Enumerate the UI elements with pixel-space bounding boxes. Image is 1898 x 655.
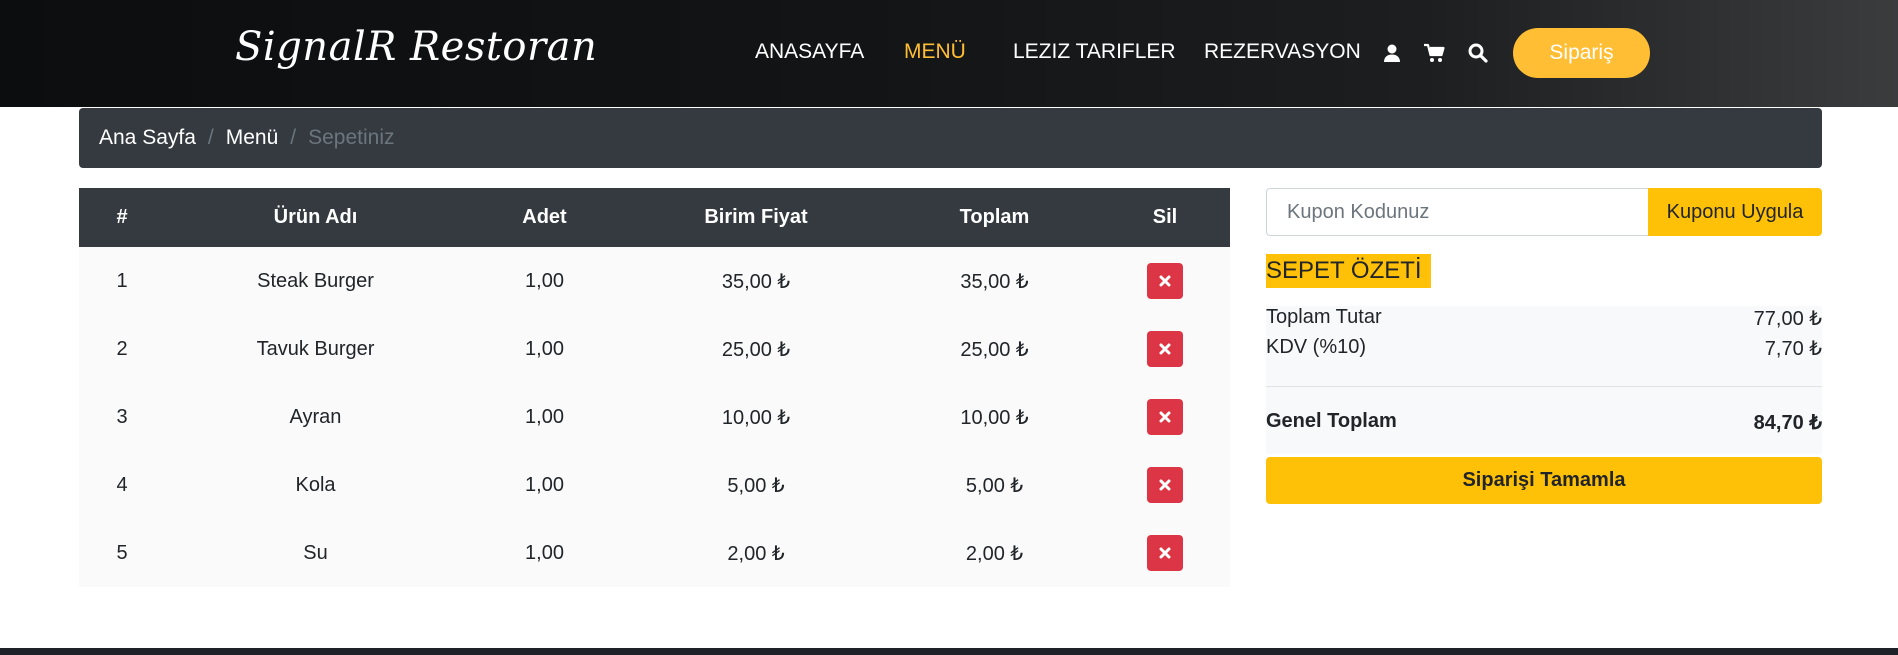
breadcrumb-separator: / — [290, 126, 297, 149]
summary-row-grand-total: Genel Toplam 84,70 ₺ — [1266, 410, 1822, 435]
delete-item-button[interactable] — [1147, 331, 1183, 367]
grand-total-label: Genel Toplam — [1266, 410, 1397, 432]
row-index: 3 — [79, 383, 165, 451]
column-header-index: # — [79, 188, 165, 247]
table-row: 4 Kola 1,00 5,00 ₺ 5,00 ₺ — [79, 451, 1230, 519]
nav-item-home[interactable]: ANASAYFA — [755, 40, 864, 64]
column-header-quantity: Adet — [466, 188, 623, 247]
coupon-code-input[interactable] — [1266, 188, 1648, 236]
column-header-total: Toplam — [889, 188, 1100, 247]
tax-value: 7,70 ₺ — [1764, 338, 1822, 360]
complete-order-button[interactable]: Siparişi Tamamla — [1266, 457, 1822, 504]
product-quantity: 1,00 — [466, 519, 623, 587]
product-quantity: 1,00 — [466, 383, 623, 451]
brand-logo[interactable]: SignalR Restoran — [235, 24, 597, 70]
row-index: 4 — [79, 451, 165, 519]
product-total: 35,00 ₺ — [889, 247, 1100, 315]
breadcrumb: Ana Sayfa / Menü / Sepetiniz — [79, 108, 1822, 168]
delete-item-button[interactable] — [1147, 399, 1183, 435]
summary-divider — [1266, 386, 1822, 387]
subtotal-value: 77,00 ₺ — [1753, 308, 1822, 330]
tax-label: KDV (%10) — [1266, 336, 1367, 358]
product-unit-price: 35,00 ₺ — [623, 247, 889, 315]
footer-strip — [0, 648, 1898, 655]
product-unit-price: 5,00 ₺ — [623, 451, 889, 519]
product-name: Ayran — [165, 383, 466, 451]
breadcrumb-menu-link[interactable]: Menü — [226, 126, 279, 150]
product-quantity: 1,00 — [466, 315, 623, 383]
delete-item-button[interactable] — [1147, 263, 1183, 299]
cart-table: # Ürün Adı Adet Birim Fiyat Toplam Sil 1… — [79, 188, 1230, 587]
column-header-delete: Sil — [1100, 188, 1230, 247]
product-name: Kola — [165, 451, 466, 519]
delete-item-button[interactable] — [1147, 535, 1183, 571]
cart-summary-title: SEPET ÖZETİ — [1266, 254, 1431, 288]
product-unit-price: 10,00 ₺ — [623, 383, 889, 451]
breadcrumb-separator: / — [207, 126, 214, 149]
row-index: 5 — [79, 519, 165, 587]
search-icon[interactable] — [1467, 42, 1489, 64]
nav-item-reservation[interactable]: REZERVASYON — [1204, 40, 1361, 64]
delete-item-button[interactable] — [1147, 467, 1183, 503]
column-header-product-name: Ürün Adı — [165, 188, 466, 247]
table-row: 2 Tavuk Burger 1,00 25,00 ₺ 25,00 ₺ — [79, 315, 1230, 383]
row-index: 2 — [79, 315, 165, 383]
product-quantity: 1,00 — [466, 247, 623, 315]
product-total: 10,00 ₺ — [889, 383, 1100, 451]
summary-row-subtotal: Toplam Tutar 77,00 ₺ — [1266, 306, 1822, 331]
breadcrumb-current: Sepetiniz — [308, 126, 395, 149]
row-index: 1 — [79, 247, 165, 315]
nav-item-menu[interactable]: MENÜ — [904, 40, 966, 64]
nav-item-recipes[interactable]: LEZIZ TARIFLER — [1013, 40, 1176, 64]
grand-total-value: 84,70 ₺ — [1753, 412, 1822, 434]
subtotal-label: Toplam Tutar — [1266, 306, 1382, 328]
product-total: 5,00 ₺ — [889, 451, 1100, 519]
coupon-form: Kuponu Uygula — [1266, 188, 1822, 236]
product-name: Su — [165, 519, 466, 587]
close-icon — [1159, 275, 1171, 287]
summary-row-tax: KDV (%10) 7,70 ₺ — [1266, 336, 1822, 361]
product-quantity: 1,00 — [466, 451, 623, 519]
table-header-row: # Ürün Adı Adet Birim Fiyat Toplam Sil — [79, 188, 1230, 247]
table-row: 1 Steak Burger 1,00 35,00 ₺ 35,00 ₺ — [79, 247, 1230, 315]
product-total: 2,00 ₺ — [889, 519, 1100, 587]
product-unit-price: 2,00 ₺ — [623, 519, 889, 587]
user-icon[interactable] — [1381, 42, 1403, 64]
close-icon — [1159, 547, 1171, 559]
product-name: Tavuk Burger — [165, 315, 466, 383]
apply-coupon-button[interactable]: Kuponu Uygula — [1648, 188, 1822, 236]
close-icon — [1159, 411, 1171, 423]
cart-icon[interactable] — [1423, 42, 1445, 64]
close-icon — [1159, 479, 1171, 491]
product-total: 25,00 ₺ — [889, 315, 1100, 383]
product-unit-price: 25,00 ₺ — [623, 315, 889, 383]
cart-summary: Toplam Tutar 77,00 ₺ KDV (%10) 7,70 ₺ Ge… — [1266, 306, 1822, 454]
breadcrumb-home-link[interactable]: Ana Sayfa — [99, 126, 196, 150]
order-button[interactable]: Sipariş — [1513, 28, 1650, 78]
table-row: 5 Su 1,00 2,00 ₺ 2,00 ₺ — [79, 519, 1230, 587]
product-name: Steak Burger — [165, 247, 466, 315]
site-header: SignalR Restoran ANASAYFA MENÜ LEZIZ TAR… — [0, 0, 1898, 107]
column-header-unit-price: Birim Fiyat — [623, 188, 889, 247]
close-icon — [1159, 343, 1171, 355]
table-row: 3 Ayran 1,00 10,00 ₺ 10,00 ₺ — [79, 383, 1230, 451]
